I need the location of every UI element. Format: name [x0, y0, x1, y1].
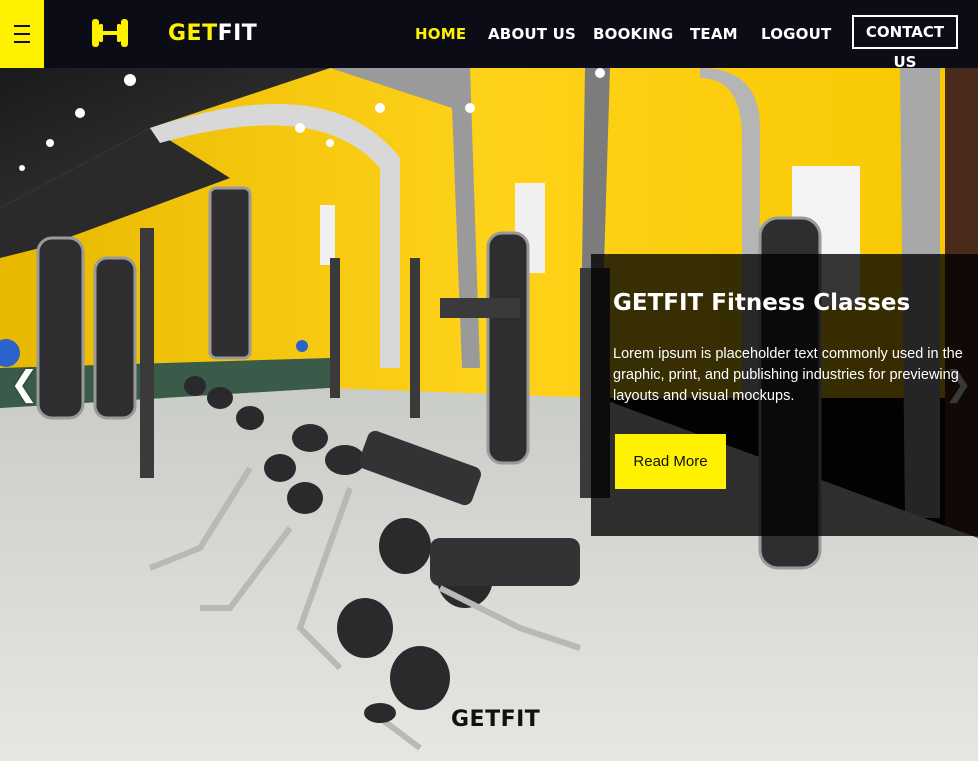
page: GETFIT HOME ABOUT US BOOKING TEAM LOGOUT… — [0, 0, 978, 761]
watermark-brand: GETFIT — [451, 707, 541, 732]
caption-title: GETFIT Fitness Classes — [613, 290, 911, 316]
caption-text: Lorem ipsum is placeholder text commonly… — [613, 346, 963, 404]
hero-caption: GETFIT Fitness Classes Lorem ipsum is pl… — [591, 254, 978, 536]
nav-about-us[interactable]: ABOUT US — [488, 23, 576, 45]
nav-booking[interactable]: BOOKING — [593, 23, 673, 45]
carousel-prev-arrow-icon[interactable]: ❮ — [10, 364, 39, 404]
top-navbar: GETFIT HOME ABOUT US BOOKING TEAM LOGOUT… — [0, 0, 978, 71]
nav-team[interactable]: TEAM — [690, 23, 738, 45]
nav-menu: HOME ABOUT US BOOKING TEAM LOGOUT CONTAC… — [0, 0, 978, 71]
nav-logout[interactable]: LOGOUT — [761, 23, 831, 45]
contact-us-button[interactable]: CONTACT US — [852, 15, 958, 71]
read-more-button[interactable]: Read More — [615, 434, 726, 489]
hero-carousel: ❮ ❯ GETFIT Fitness Classes Lorem ipsum i… — [0, 68, 978, 761]
nav-home[interactable]: HOME — [415, 23, 466, 45]
